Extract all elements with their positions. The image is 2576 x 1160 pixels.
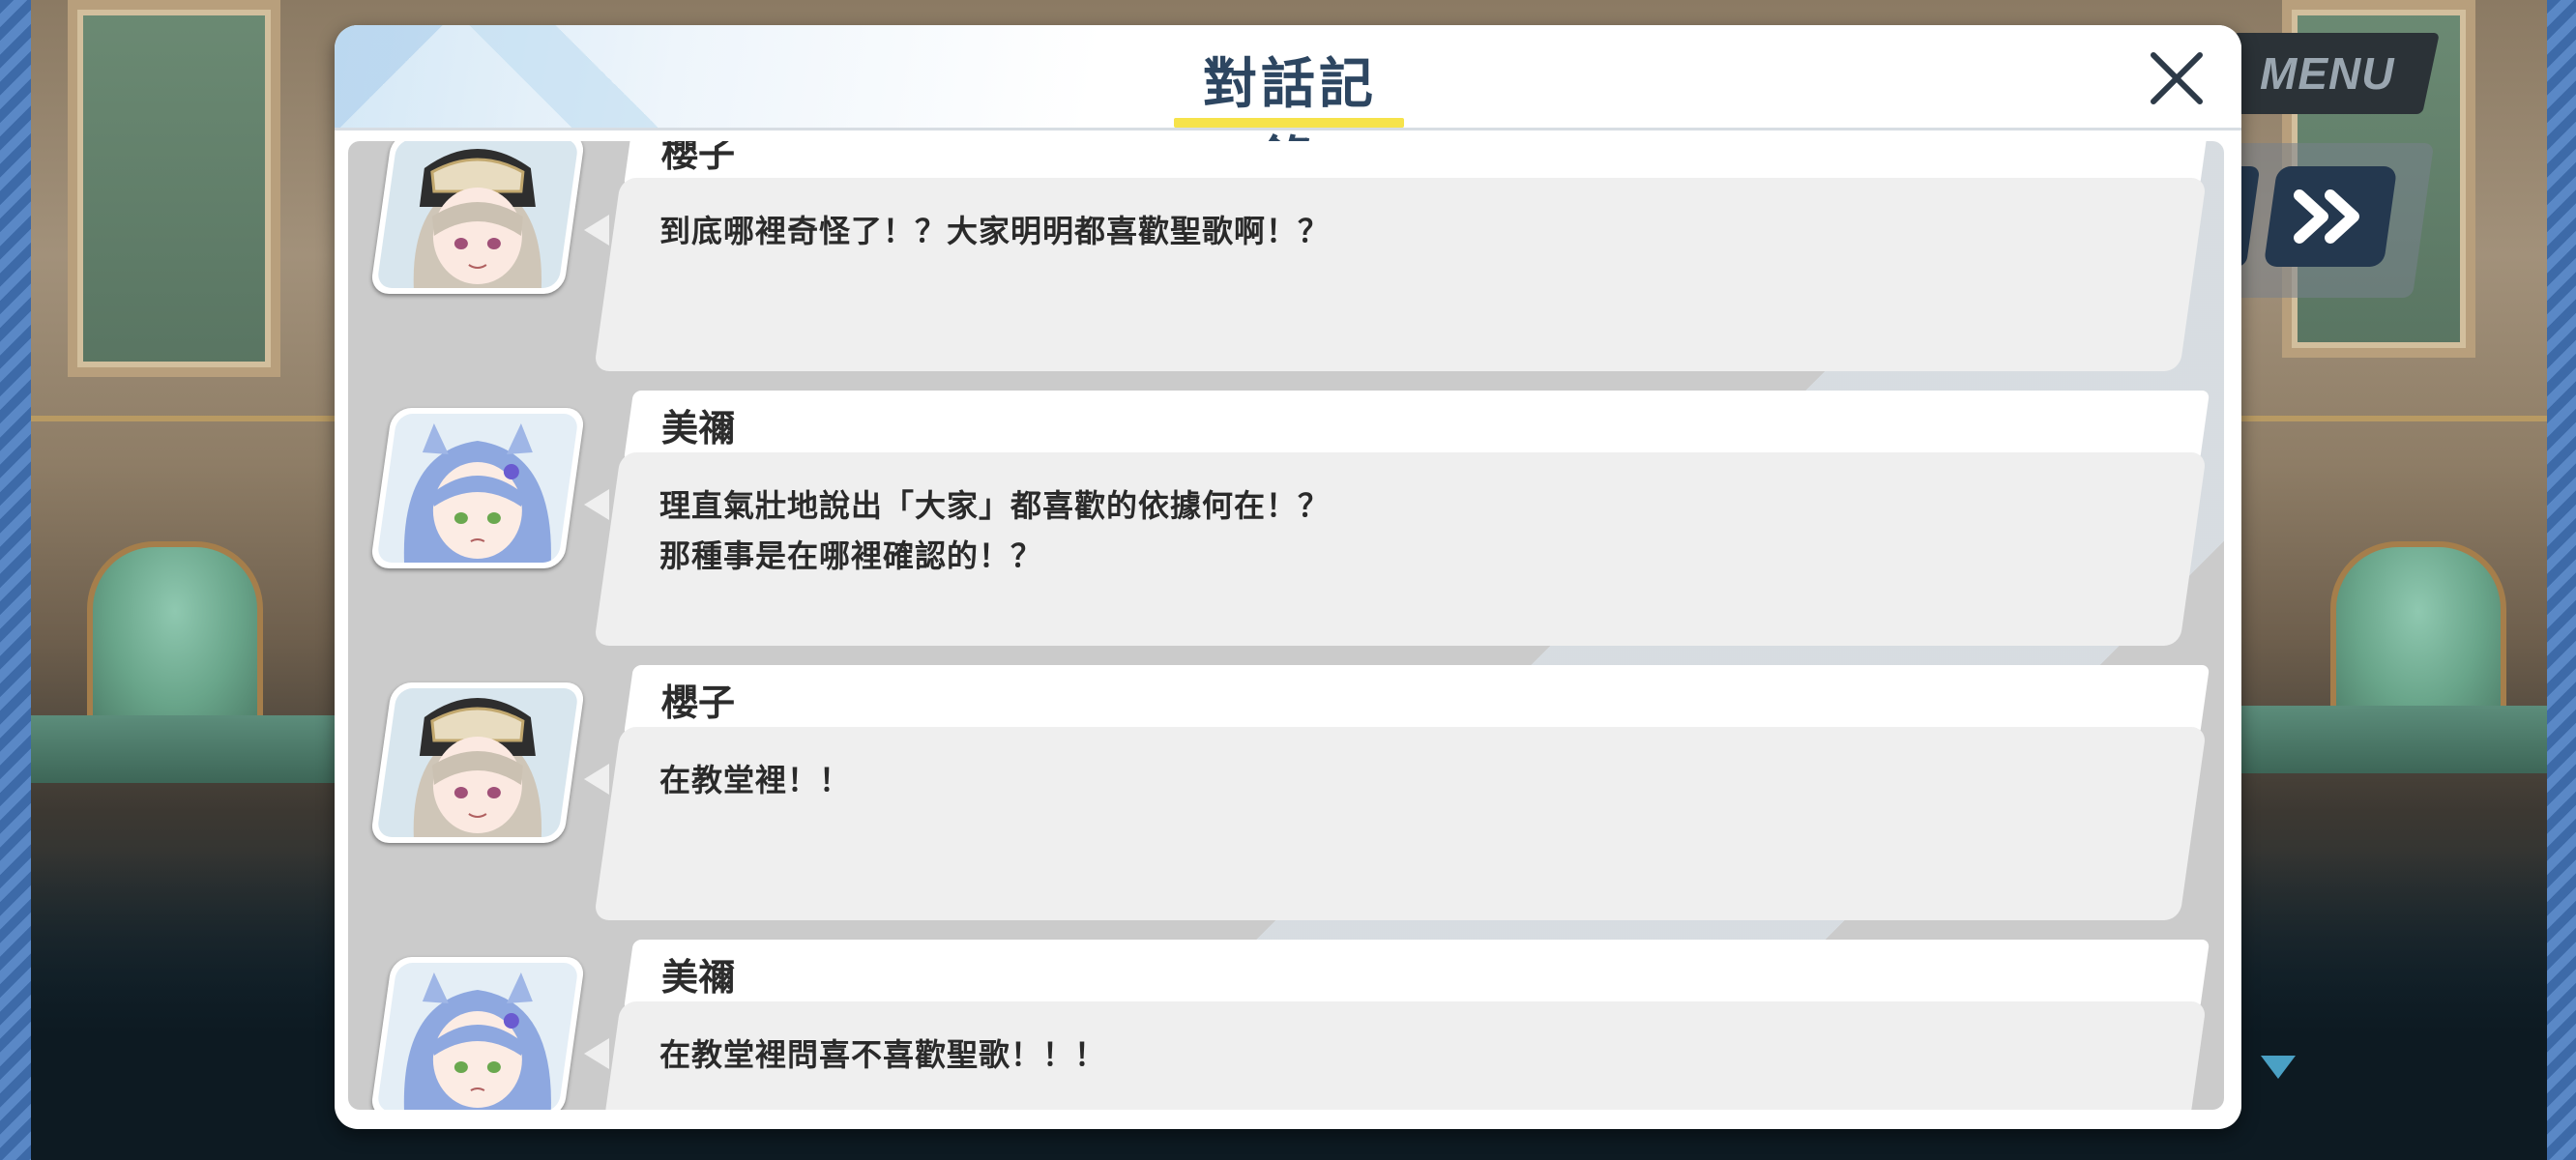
- wall-trim-right: [2241, 416, 2547, 421]
- window-border-right: [2547, 0, 2576, 1160]
- log-entry: 櫻子 到底哪裡奇怪了！？大家明明都喜歡聖歌啊！？: [348, 141, 2224, 373]
- table-left: [31, 715, 340, 783]
- speaker-strip: [623, 391, 2210, 462]
- title-underline: [1174, 118, 1404, 128]
- wall-panel-left: [68, 0, 280, 377]
- speaker-strip: [623, 940, 2210, 1011]
- dialogue-line: 那種事是在哪裡確認的！？: [659, 537, 1043, 574]
- avatar-sakurako[interactable]: [369, 141, 586, 294]
- log-entry: 美禰 理直氣壯地說出「大家」都喜歡的依據何在！？ 那種事是在哪裡確認的！？: [348, 391, 2224, 648]
- speaker-name: 美禰: [661, 956, 736, 999]
- fast-forward-icon: [2294, 189, 2359, 244]
- table-right: [2241, 706, 2547, 773]
- dialog-log-window: 對話記錄: [335, 25, 2241, 1129]
- fast-forward-button[interactable]: [2263, 166, 2398, 267]
- speaker-strip: [623, 665, 2210, 737]
- close-icon: [2151, 52, 2203, 104]
- bubble-tail: [584, 215, 609, 246]
- wall-trim-left: [31, 416, 350, 421]
- dialogue-line: 在教堂裡問喜不喜歡聖歌！！！: [659, 1036, 1107, 1073]
- speaker-name: 美禰: [661, 407, 736, 450]
- log-scroll-area[interactable]: 櫻子 到底哪裡奇怪了！？大家明明都喜歡聖歌啊！？ 美禰 理直氣壯地說出「大家」都…: [348, 141, 2224, 1110]
- close-button[interactable]: [2141, 43, 2212, 114]
- avatar-mine[interactable]: [369, 957, 586, 1110]
- bubble-tail: [584, 489, 609, 520]
- dialogue-line: 理直氣壯地說出「大家」都喜歡的依據何在！？: [659, 487, 1331, 524]
- speaker-name: 櫻子: [661, 682, 736, 724]
- scroll-down-indicator: [2261, 1056, 2296, 1079]
- header-decoration: [335, 25, 663, 128]
- speaker-name: 櫻子: [661, 141, 736, 175]
- menu-button-label: MENU: [2260, 48, 2395, 99]
- chair-left: [87, 541, 263, 737]
- dialogue-line: 在教堂裡！！: [659, 762, 852, 798]
- avatar-sakurako[interactable]: [369, 682, 586, 843]
- menu-button[interactable]: MENU: [2215, 33, 2440, 114]
- bubble-tail: [584, 764, 609, 795]
- log-entry: 櫻子 在教堂裡！！: [348, 665, 2224, 922]
- avatar-mine[interactable]: [369, 408, 586, 568]
- log-entry: 美禰 在教堂裡問喜不喜歡聖歌！！！: [348, 940, 2224, 1110]
- window-border-left: [0, 0, 31, 1160]
- dialog-header: 對話記錄: [335, 25, 2241, 194]
- bubble-tail: [584, 1038, 609, 1069]
- dialogue-line: 到底哪裡奇怪了！？大家明明都喜歡聖歌啊！？: [659, 213, 1331, 249]
